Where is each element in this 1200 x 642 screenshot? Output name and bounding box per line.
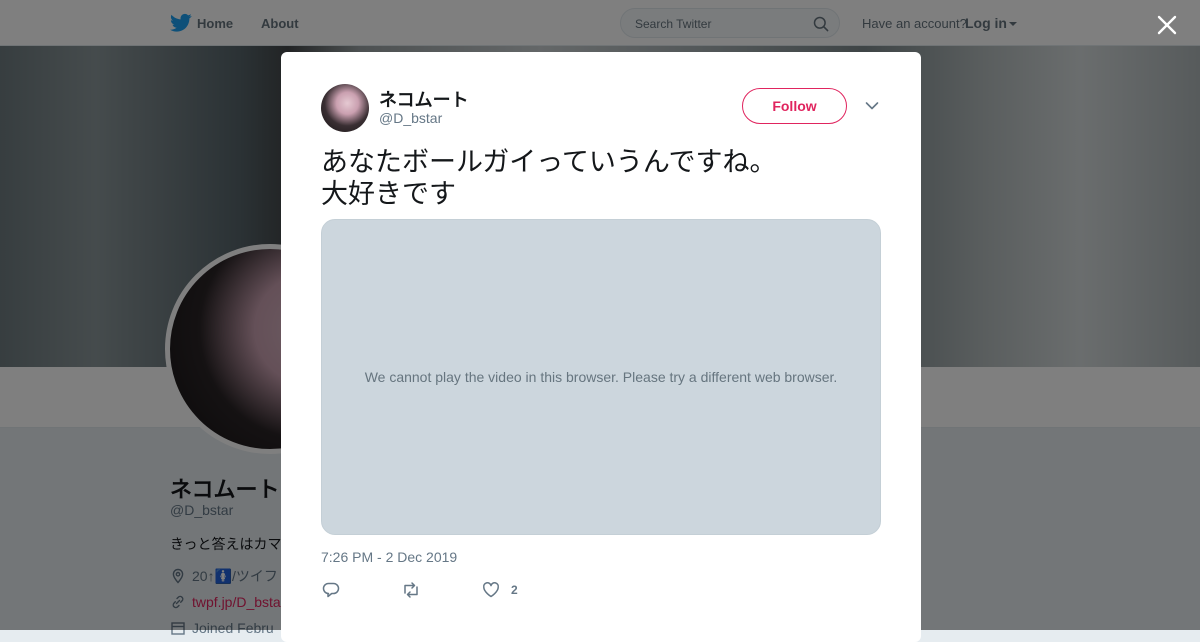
- tweet-timestamp[interactable]: 7:26 PM - 2 Dec 2019: [321, 549, 457, 565]
- retweet-button[interactable]: [401, 580, 421, 600]
- chevron-down-icon[interactable]: [865, 101, 879, 111]
- like-button[interactable]: 2: [481, 580, 518, 600]
- reply-icon: [322, 582, 340, 598]
- video-error-message: We cannot play the video in this browser…: [364, 369, 838, 385]
- tweet-text: あなたボールガイっていうんですね。 大好きです: [321, 147, 777, 209]
- tweet-display-name[interactable]: ネコムート: [379, 86, 469, 112]
- like-count: 2: [511, 583, 518, 597]
- follow-button[interactable]: Follow: [742, 88, 847, 124]
- video-player[interactable]: We cannot play the video in this browser…: [321, 219, 881, 535]
- retweet-icon: [404, 582, 418, 598]
- reply-button[interactable]: [321, 580, 341, 600]
- tweet-modal: ネコムート @D_bstar Follow あなたボールガイっていうんですね。 …: [281, 52, 921, 642]
- close-icon[interactable]: [1154, 12, 1180, 38]
- avatar[interactable]: [321, 84, 369, 132]
- heart-icon: [482, 582, 500, 598]
- tweet-handle[interactable]: @D_bstar: [379, 110, 442, 126]
